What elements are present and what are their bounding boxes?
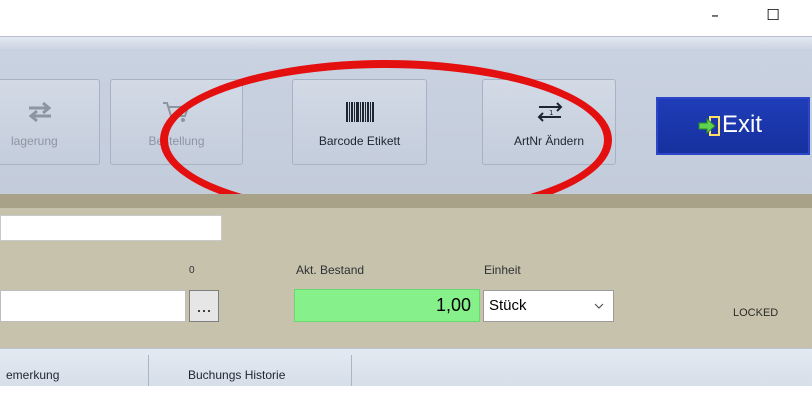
left-input-field[interactable]	[0, 290, 186, 322]
tab-buchungs-historie[interactable]: Buchungs Historie	[188, 349, 348, 386]
barcode-etikett-button[interactable]: Barcode Etikett	[292, 79, 427, 165]
einheit-label: Einheit	[484, 263, 521, 277]
bestellung-label: Bestellung	[148, 134, 205, 148]
tab-buchungs-historie-label: Buchungs Historie	[188, 368, 286, 382]
maximize-button[interactable]: ☐	[759, 4, 787, 26]
cart-icon	[111, 100, 242, 124]
tab-bemerkung[interactable]: emerkung	[6, 349, 148, 386]
exit-button[interactable]: Exit	[656, 97, 810, 155]
window-titlebar: – ☐	[0, 0, 812, 36]
transfer-icon	[0, 100, 99, 124]
bestand-label: Akt. Bestand	[296, 263, 365, 277]
count-label: 0	[189, 265, 195, 276]
barcode-icon	[293, 100, 426, 124]
locked-status: LOCKED	[733, 307, 779, 319]
swap-arrows-icon: 1	[483, 100, 615, 124]
tab-divider	[148, 355, 149, 386]
umlagerung-button[interactable]: lagerung	[0, 79, 100, 165]
tab-bemerkung-label: emerkung	[6, 368, 60, 382]
einheit-select[interactable]: Stück	[483, 290, 614, 322]
artnr-aendern-button[interactable]: 1 ArtNr Ändern	[482, 79, 616, 165]
exit-arrow-icon	[698, 115, 722, 144]
umlagerung-label: lagerung	[11, 134, 58, 148]
tab-divider	[351, 355, 352, 386]
exit-label: Exit	[722, 111, 763, 138]
toolbar-stripe	[0, 37, 812, 49]
tab-strip: emerkung Buchungs Historie	[0, 348, 812, 386]
einheit-value: Stück	[489, 297, 527, 314]
toolbar: lagerung Bestellung Barcode Etikett 1 Ar…	[0, 36, 812, 195]
bestellung-button[interactable]: Bestellung	[110, 79, 243, 165]
svg-text:1: 1	[549, 109, 553, 117]
artnr-aendern-label: ArtNr Ändern	[513, 134, 585, 148]
ellipsis-button[interactable]: ...	[189, 290, 219, 322]
barcode-etikett-label: Barcode Etikett	[318, 134, 401, 148]
bestand-value: 1,00	[294, 289, 480, 322]
minimize-button[interactable]: –	[701, 4, 729, 26]
form-panel: 0 Akt. Bestand Einheit ... 1,00 Stück LO…	[0, 194, 812, 348]
chevron-down-icon	[593, 291, 605, 332]
panel-header-strip	[0, 194, 812, 208]
top-text-field[interactable]	[0, 215, 222, 241]
